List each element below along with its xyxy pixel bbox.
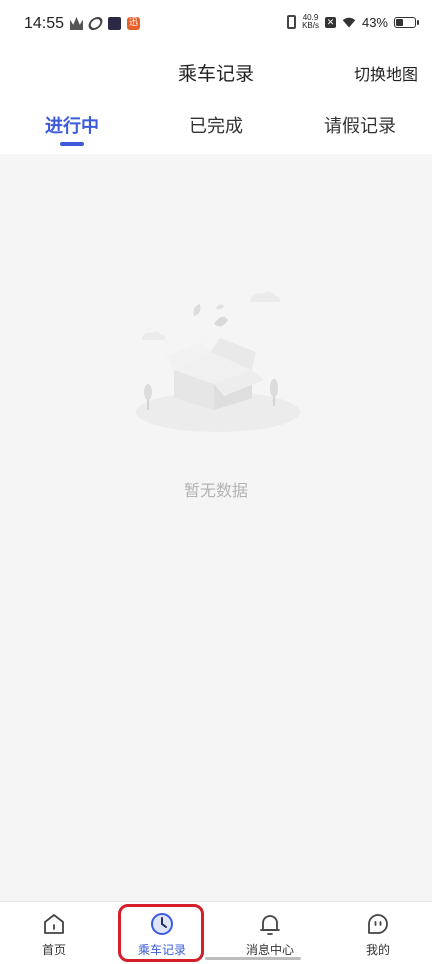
- home-icon: [44, 914, 64, 934]
- wifi-icon: [342, 17, 356, 28]
- nav-label: 乘车记录: [137, 943, 186, 957]
- profile-icon: [368, 914, 388, 934]
- nav-item-home[interactable]: 首页: [0, 902, 108, 964]
- page-header: 乘车记录 切换地图: [0, 50, 432, 94]
- battery-icon: [394, 16, 419, 28]
- net-speed-unit: KB/s: [302, 21, 319, 30]
- nav-label: 首页: [41, 943, 66, 957]
- net-speed: 40.9 KB/s: [302, 14, 319, 30]
- nav-item-ride-records[interactable]: 乘车记录: [108, 902, 216, 964]
- battery-percent: 43%: [361, 14, 388, 30]
- tab-active-indicator: [60, 142, 84, 146]
- x-badge-icon: ✕: [324, 16, 336, 28]
- tab-in-progress[interactable]: 进行中: [0, 94, 144, 154]
- empty-box-illustration: [136, 291, 300, 432]
- play-icon: [108, 17, 121, 30]
- app-badge-icon: 迅: [127, 17, 140, 30]
- vibrate-icon: [287, 15, 297, 29]
- home-indicator: [205, 957, 301, 960]
- app-screen: 14:55 迅 40.9 KB/s ✕ 43% 乘车记录 切换地图 进行中 已完…: [0, 0, 432, 964]
- status-system-icons: 40.9 KB/s ✕ 43%: [287, 14, 419, 30]
- nav-item-messages[interactable]: 消息中心: [216, 902, 324, 964]
- tab-completed[interactable]: 已完成: [144, 94, 288, 154]
- status-notification-icons: 迅: [70, 17, 140, 30]
- tab-leave-records[interactable]: 请假记录: [288, 94, 432, 154]
- tab-label: 请假记录: [324, 116, 396, 137]
- battery-level: [396, 18, 404, 26]
- tab-bar: 进行中 已完成 请假记录: [0, 94, 432, 154]
- bottom-navigation: 首页 乘车记录 消息中心 我的: [0, 901, 432, 964]
- status-bar: 14:55 迅 40.9 KB/s ✕ 43%: [0, 0, 432, 50]
- switch-map-button[interactable]: 切换地图: [354, 61, 418, 85]
- tab-label: 进行中: [45, 116, 99, 137]
- nav-item-profile[interactable]: 我的: [324, 902, 432, 964]
- nav-label: 我的: [365, 943, 390, 957]
- loop-icon: [86, 17, 105, 30]
- empty-state-text: 暂无数据: [183, 481, 248, 500]
- crown-icon: [70, 17, 83, 30]
- nav-label: 消息中心: [245, 943, 294, 957]
- tab-label: 已完成: [189, 116, 243, 137]
- bell-icon: [260, 915, 280, 935]
- clock-icon: [151, 913, 173, 935]
- status-time: 14:55: [24, 15, 65, 32]
